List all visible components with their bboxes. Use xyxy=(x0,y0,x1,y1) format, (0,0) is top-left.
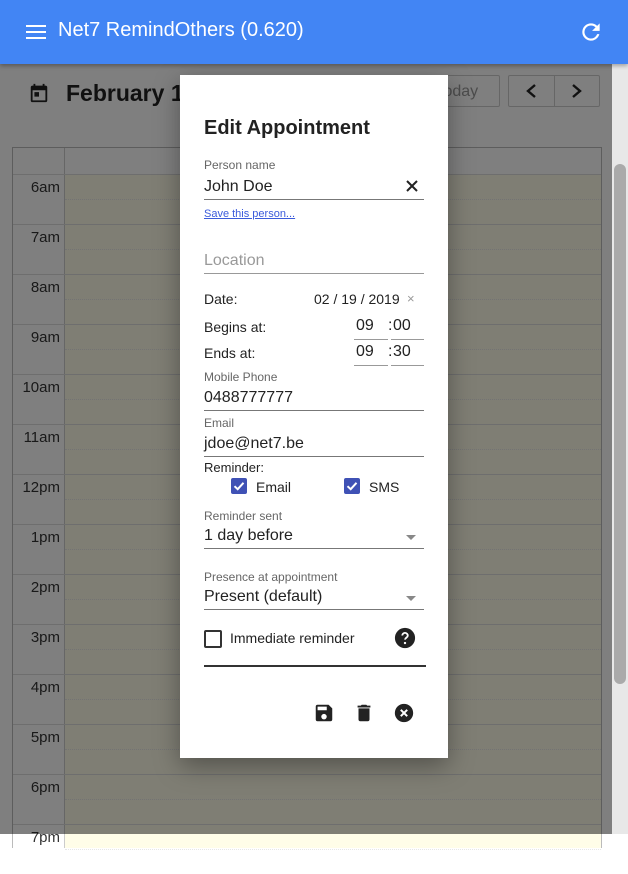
dialog-title: Edit Appointment xyxy=(204,117,370,139)
reminder-sms-checkbox[interactable] xyxy=(344,478,360,494)
email-underline xyxy=(204,456,424,457)
email-label: Email xyxy=(204,416,235,430)
reminder-email-label: Email xyxy=(256,479,292,495)
ends-colon: : xyxy=(388,343,393,360)
email-input[interactable]: jdoe@net7.be xyxy=(204,435,304,453)
presence-label: Presence at appointment xyxy=(204,570,338,584)
date-clear-icon[interactable]: × xyxy=(407,291,415,306)
presence-underline xyxy=(204,609,424,610)
mobile-phone-input[interactable]: 0488777777 xyxy=(204,389,293,407)
app-title: Net7 RemindOthers (0.620) xyxy=(58,19,304,41)
presence-select[interactable]: Present (default) xyxy=(204,588,322,606)
begins-minute-underline xyxy=(391,339,424,340)
clear-icon[interactable] xyxy=(402,176,422,196)
ends-hour-input[interactable]: 09 xyxy=(356,343,374,361)
save-icon[interactable] xyxy=(313,702,335,724)
reminder-sent-select[interactable]: 1 day before xyxy=(204,527,293,545)
scrollbar[interactable] xyxy=(612,64,628,834)
begins-label: Begins at: xyxy=(204,319,267,335)
begins-hour-underline xyxy=(354,339,388,340)
location-input[interactable]: Location xyxy=(204,252,265,270)
ends-minute-underline xyxy=(391,365,424,366)
mobile-phone-underline xyxy=(204,410,424,411)
edit-appointment-dialog: Edit Appointment Person name John Doe Sa… xyxy=(180,75,448,758)
check-icon xyxy=(346,482,358,491)
begins-minute-input[interactable]: 00 xyxy=(393,317,411,335)
person-name-label: Person name xyxy=(204,158,276,172)
date-label: Date: xyxy=(204,291,238,307)
menu-icon[interactable] xyxy=(26,22,46,42)
ends-minute-input[interactable]: 30 xyxy=(393,343,411,361)
help-icon[interactable] xyxy=(394,627,416,649)
person-name-input[interactable]: John Doe xyxy=(204,178,273,196)
person-name-underline xyxy=(204,199,424,200)
mobile-phone-label: Mobile Phone xyxy=(204,370,278,384)
immediate-reminder-checkbox[interactable] xyxy=(204,630,222,648)
scrollbar-thumb[interactable] xyxy=(614,164,626,684)
delete-icon[interactable] xyxy=(353,702,375,724)
refresh-icon[interactable] xyxy=(578,19,604,45)
save-person-link[interactable]: Save this person... xyxy=(204,208,295,220)
reminder-sms-label: SMS xyxy=(369,479,400,495)
ends-hour-underline xyxy=(354,365,388,366)
chevron-down-icon[interactable] xyxy=(406,596,416,601)
immediate-reminder-label: Immediate reminder xyxy=(230,630,355,646)
begins-colon: : xyxy=(388,317,393,334)
check-icon xyxy=(233,482,245,491)
reminder-sent-label: Reminder sent xyxy=(204,509,283,523)
location-underline xyxy=(204,273,424,274)
app-bar: Net7 RemindOthers (0.620) xyxy=(0,0,628,64)
chevron-down-icon[interactable] xyxy=(406,535,416,540)
reminder-sent-underline xyxy=(204,548,424,549)
immediate-underline xyxy=(204,665,426,667)
reminder-label: Reminder: xyxy=(204,460,264,475)
half-hour-line xyxy=(65,849,601,850)
begins-hour-input[interactable]: 09 xyxy=(356,317,374,335)
ends-label: Ends at: xyxy=(204,345,256,361)
date-input[interactable]: 02 / 19 / 2019 xyxy=(314,291,400,307)
reminder-email-checkbox[interactable] xyxy=(231,478,247,494)
close-icon[interactable] xyxy=(393,702,415,724)
